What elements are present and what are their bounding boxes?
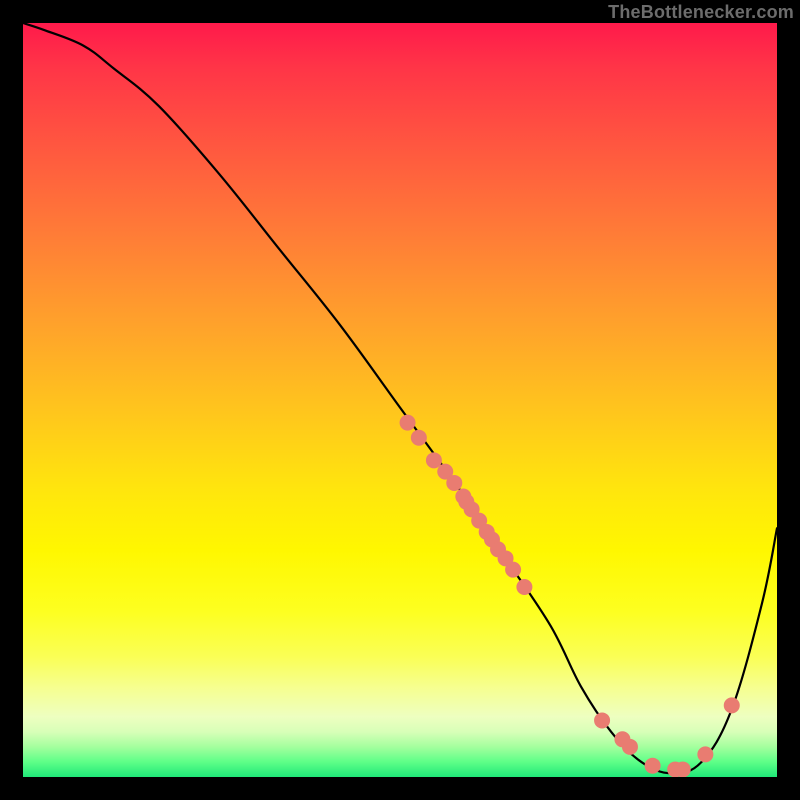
data-point: [724, 698, 739, 713]
watermark-text: TheBottlenecker.com: [608, 2, 794, 23]
data-point: [411, 430, 426, 445]
data-point: [645, 758, 660, 773]
curve-layer: [23, 23, 777, 777]
plot-area: [23, 23, 777, 777]
bottleneck-curve: [23, 23, 777, 773]
data-point: [447, 475, 462, 490]
chart-stage: TheBottlenecker.com: [0, 0, 800, 800]
data-point: [400, 415, 415, 430]
data-markers: [400, 415, 739, 777]
data-point: [595, 713, 610, 728]
data-point: [675, 762, 690, 777]
data-point: [517, 579, 532, 594]
data-point: [622, 739, 637, 754]
data-point: [698, 747, 713, 762]
data-point: [426, 453, 441, 468]
data-point: [506, 562, 521, 577]
